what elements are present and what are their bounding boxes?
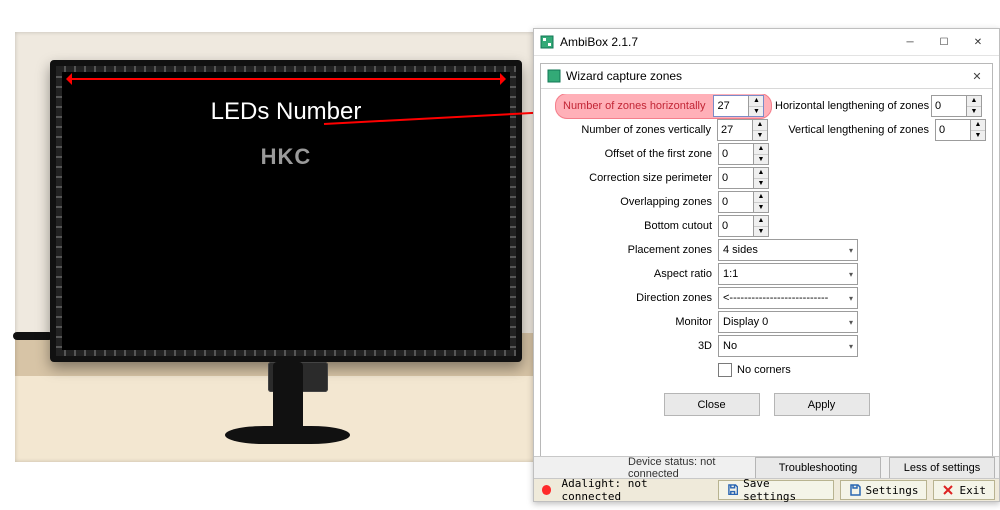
no-corners-label: No corners xyxy=(737,364,791,376)
monitor-select[interactable]: Display 0 ▾ xyxy=(718,311,858,333)
hlen-spinner[interactable]: ▲▼ xyxy=(931,95,982,117)
placement-value: 4 sides xyxy=(723,244,758,256)
placement-select[interactable]: 4 sides ▾ xyxy=(718,239,858,261)
zones-horizontal-spinner[interactable]: ▲▼ xyxy=(713,95,764,117)
bottom-label: Bottom cutout xyxy=(547,220,718,232)
correction-label: Correction size perimeter xyxy=(547,172,718,184)
monitor-label: Monitor xyxy=(547,316,718,328)
vlen-input[interactable] xyxy=(936,120,970,140)
three-d-select[interactable]: No ▾ xyxy=(718,335,858,357)
settings-button[interactable]: Settings xyxy=(840,480,928,500)
maximize-button[interactable]: ☐ xyxy=(927,31,961,53)
offset-input[interactable] xyxy=(719,144,753,164)
aspect-value: 1:1 xyxy=(723,268,738,280)
vlen-spinner[interactable]: ▲▼ xyxy=(935,119,986,141)
app-icon xyxy=(540,35,554,49)
dialog-title: Wizard capture zones xyxy=(566,69,966,83)
direction-value: <--------------------------- xyxy=(723,292,828,304)
dialog-close-button[interactable]: ✕ xyxy=(966,67,988,85)
close-button[interactable]: ✕ xyxy=(961,31,995,53)
aspect-select[interactable]: 1:1 ▾ xyxy=(718,263,858,285)
exit-icon xyxy=(942,484,954,496)
status-bar-upper: Device status: not connected Troubleshoo… xyxy=(534,456,999,479)
zones-vertical-spinner[interactable]: ▲▼ xyxy=(717,119,768,141)
correction-spinner[interactable]: ▲▼ xyxy=(718,167,769,189)
placement-label: Placement zones xyxy=(547,244,718,256)
zones-horizontal-label: Number of zones horizontally xyxy=(563,100,713,112)
overlap-input[interactable] xyxy=(719,192,753,212)
power-cord xyxy=(13,332,53,340)
exit-button[interactable]: Exit xyxy=(933,480,995,500)
adalight-status: Adalight: not connected xyxy=(561,477,705,503)
three-d-label: 3D xyxy=(547,340,718,352)
wizard-dialog: Wizard capture zones ✕ Number of zones h… xyxy=(540,63,993,473)
monitor-value: Display 0 xyxy=(723,316,768,328)
overlap-label: Overlapping zones xyxy=(547,196,718,208)
close-dialog-button[interactable]: Close xyxy=(664,393,760,416)
titlebar[interactable]: AmbiBox 2.1.7 ─ ☐ ✕ xyxy=(534,29,999,56)
zones-vertical-label: Number of zones vertically xyxy=(547,124,717,136)
floppy-icon xyxy=(849,484,861,496)
three-d-value: No xyxy=(723,340,737,352)
save-settings-button[interactable]: Save settings xyxy=(718,480,834,500)
chevron-down-icon: ▾ xyxy=(849,342,853,351)
status-bar-lower: Adalight: not connected Save settings Se… xyxy=(534,478,999,501)
chevron-down-icon: ▾ xyxy=(849,270,853,279)
spin-down-icon[interactable]: ▼ xyxy=(749,107,763,117)
no-corners-checkbox[interactable]: No corners xyxy=(718,363,791,377)
minimize-button[interactable]: ─ xyxy=(893,31,927,53)
correction-input[interactable] xyxy=(719,168,753,188)
less-settings-button[interactable]: Less of settings xyxy=(889,457,995,480)
floppy-icon xyxy=(727,484,738,496)
dialog-icon xyxy=(547,69,561,83)
chevron-down-icon: ▾ xyxy=(849,246,853,255)
chevron-down-icon: ▾ xyxy=(849,294,853,303)
monitor-photo: LEDs Number HKC xyxy=(15,32,545,462)
checkbox-box[interactable] xyxy=(718,363,732,377)
monitor-brand: HKC xyxy=(56,144,516,170)
apply-button[interactable]: Apply xyxy=(774,393,870,416)
direction-select[interactable]: <--------------------------- ▾ xyxy=(718,287,858,309)
monitor-neck xyxy=(273,362,303,432)
bottom-input[interactable] xyxy=(719,216,753,236)
monitor-base xyxy=(225,426,350,444)
vlen-label: Vertical lengthening of zones xyxy=(780,124,935,136)
status-dot-icon xyxy=(542,485,551,495)
zones-horizontal-highlight: Number of zones horizontally ▲▼ xyxy=(555,94,772,119)
width-arrow xyxy=(64,72,508,86)
spin-up-icon[interactable]: ▲ xyxy=(749,96,763,107)
hlen-input[interactable] xyxy=(932,96,966,116)
chevron-down-icon: ▾ xyxy=(849,318,853,327)
hlen-label: Horizontal lengthening of zones xyxy=(775,100,931,112)
dialog-titlebar[interactable]: Wizard capture zones ✕ xyxy=(541,64,992,89)
zones-vertical-input[interactable] xyxy=(718,120,752,140)
overlap-spinner[interactable]: ▲▼ xyxy=(718,191,769,213)
aspect-label: Aspect ratio xyxy=(547,268,718,280)
direction-label: Direction zones xyxy=(547,292,718,304)
offset-spinner[interactable]: ▲▼ xyxy=(718,143,769,165)
bottom-spinner[interactable]: ▲▼ xyxy=(718,215,769,237)
monitor: LEDs Number HKC xyxy=(50,60,522,362)
leds-number-label: LEDs Number xyxy=(56,98,516,126)
zones-horizontal-input[interactable] xyxy=(714,96,748,116)
ambibox-window: AmbiBox 2.1.7 ─ ☐ ✕ Wizard capture zones… xyxy=(533,28,1000,502)
offset-label: Offset of the first zone xyxy=(547,148,718,160)
app-title: AmbiBox 2.1.7 xyxy=(560,35,893,49)
